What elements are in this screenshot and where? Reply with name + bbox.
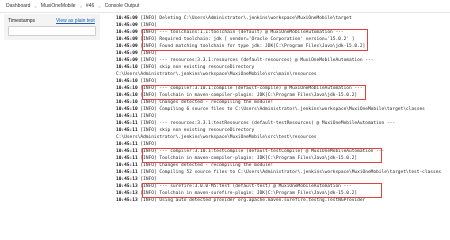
breadcrumb-project[interactable]: MuxiOneMobile — [41, 3, 76, 9]
console-timestamp: 10:45:11 — [116, 128, 138, 133]
highlight-box — [142, 85, 366, 100]
console-timestamp: 10:45:11 — [116, 156, 138, 161]
highlight-box — [142, 148, 382, 163]
console-text: [INFO] Compiling 52 source files to C:\U… — [137, 170, 442, 175]
console-timestamp: 10:45:09 — [116, 16, 138, 21]
timestamps-label: Timestamps — [8, 18, 36, 24]
console-line: 10:45:13 [INFO] Using auto detected prov… — [116, 197, 365, 204]
console-line: C:\Users\Administrator\.jenkins\workspac… — [116, 71, 316, 78]
console-line: 10:45:10 [INFO] Compiling 6 source files… — [116, 106, 425, 113]
console-timestamp: 10:45:10 — [116, 65, 138, 70]
jenkins-console-page: Dashboard > MuxiOneMobile > #46 > Consol… — [0, 0, 450, 213]
breadcrumb-build[interactable]: #46 — [86, 3, 94, 9]
console-timestamp: 10:45:11 — [116, 170, 138, 175]
chevron-right-icon: > — [98, 3, 101, 9]
console-text: [INFO] — [137, 114, 157, 119]
console-timestamp: 10:45:09 — [116, 30, 138, 35]
console-text: [INFO] Using auto detected provider org.… — [137, 198, 366, 203]
console-line: 10:45:11 [INFO] skip non existing resour… — [116, 127, 254, 134]
console-text: [INFO] — [137, 51, 157, 56]
console-timestamp: 10:45:13 — [116, 184, 138, 189]
console-line: 10:45:09 [INFO] Deleting C:\Users\Admini… — [116, 15, 352, 22]
console-timestamp: 10:45:10 — [116, 79, 138, 84]
console-text: [INFO] --- resources:3.3.1:resources (de… — [137, 58, 374, 63]
console-timestamp: 10:45:13 — [116, 191, 138, 196]
highlight-box — [142, 29, 368, 51]
breadcrumb: Dashboard > MuxiOneMobile > #46 > Consol… — [0, 0, 450, 12]
console-line: 10:45:11 [INFO] Compiling 52 source file… — [116, 169, 441, 176]
console-timestamp: 10:45:09 — [116, 23, 138, 28]
console-line: 10:45:13 [INFO] — [116, 176, 157, 183]
console-text: [INFO] — [137, 142, 157, 147]
chevron-right-icon: > — [79, 3, 82, 9]
console-line: 10:45:09 [INFO] --- resources:3.3.1:reso… — [116, 57, 373, 64]
console-timestamp: 10:45:09 — [116, 44, 138, 49]
console-text: [INFO] — [137, 23, 157, 28]
console-timestamp: 10:45:13 — [116, 198, 138, 203]
console-text: [INFO] --- resources:3.3.1:testResources… — [137, 121, 396, 126]
console-text: [INFO] skip non existing resourceDirecto… — [137, 65, 255, 70]
console-timestamp: 10:45:11 — [116, 114, 138, 119]
console-timestamp: 10:45:13 — [116, 177, 138, 182]
console-text: [INFO] skip non existing resourceDirecto… — [137, 128, 255, 133]
highlight-box — [142, 183, 382, 198]
timestamps-select[interactable] — [8, 26, 96, 36]
console-line: 10:45:10 [INFO] — [116, 78, 157, 85]
console-line: 10:45:11 [INFO] — [116, 141, 157, 148]
breadcrumb-dashboard[interactable]: Dashboard — [6, 3, 30, 9]
console-line: 10:45:10 [INFO] Changes detected - recom… — [116, 99, 273, 106]
console-line: 10:45:10 [INFO] skip non existing resour… — [116, 64, 254, 71]
console-timestamp: 10:45:10 — [116, 107, 138, 112]
console-line: 10:45:11 [INFO] --- resources:3.3.1:test… — [116, 120, 395, 127]
console-text: C:\Users\Administrator\.jenkins\workspac… — [116, 72, 317, 77]
console-text: [INFO] Changes detected - recompiling th… — [137, 163, 274, 168]
console-timestamp: 10:45:10 — [116, 93, 138, 98]
console-timestamp: 10:45:09 — [116, 37, 138, 42]
console-text: C:\Users\Administrator\.jenkins\workspac… — [116, 135, 317, 140]
console-line: 10:45:11 [INFO] Changes detected - recom… — [116, 162, 273, 169]
console-text: [INFO] — [137, 79, 157, 84]
timestamps-panel: Timestamps View as plain text — [4, 14, 100, 40]
console-timestamp: 10:45:09 — [116, 51, 138, 56]
console-line: 10:45:09 [INFO] — [116, 50, 157, 57]
console-text: [INFO] Deleting C:\Users\Administrator\.… — [137, 16, 352, 21]
console-text: [INFO] — [137, 177, 157, 182]
console-timestamp: 10:45:09 — [116, 58, 138, 63]
console-output: 10:45:09 [INFO] Deleting C:\Users\Admini… — [110, 13, 450, 213]
view-as-plain-text-link[interactable]: View as plain text — [56, 18, 95, 24]
console-timestamp: 10:45:10 — [116, 100, 138, 105]
console-text: [INFO] Changes detected - recompiling th… — [137, 100, 274, 105]
console-timestamp: 10:45:11 — [116, 163, 138, 168]
console-line: 10:45:11 [INFO] — [116, 113, 157, 120]
console-timestamp: 10:45:11 — [116, 121, 138, 126]
breadcrumb-console-output[interactable]: Console Output — [105, 3, 140, 9]
console-timestamp: 10:45:10 — [116, 86, 138, 91]
chevron-right-icon: > — [34, 3, 37, 9]
console-text: [INFO] Compiling 6 source files to C:\Us… — [137, 107, 425, 112]
console-timestamp: 10:45:11 — [116, 142, 138, 147]
console-line: 10:45:09 [INFO] — [116, 22, 157, 29]
console-line: C:\Users\Administrator\.jenkins\workspac… — [116, 134, 316, 141]
console-timestamp: 10:45:11 — [116, 149, 138, 154]
